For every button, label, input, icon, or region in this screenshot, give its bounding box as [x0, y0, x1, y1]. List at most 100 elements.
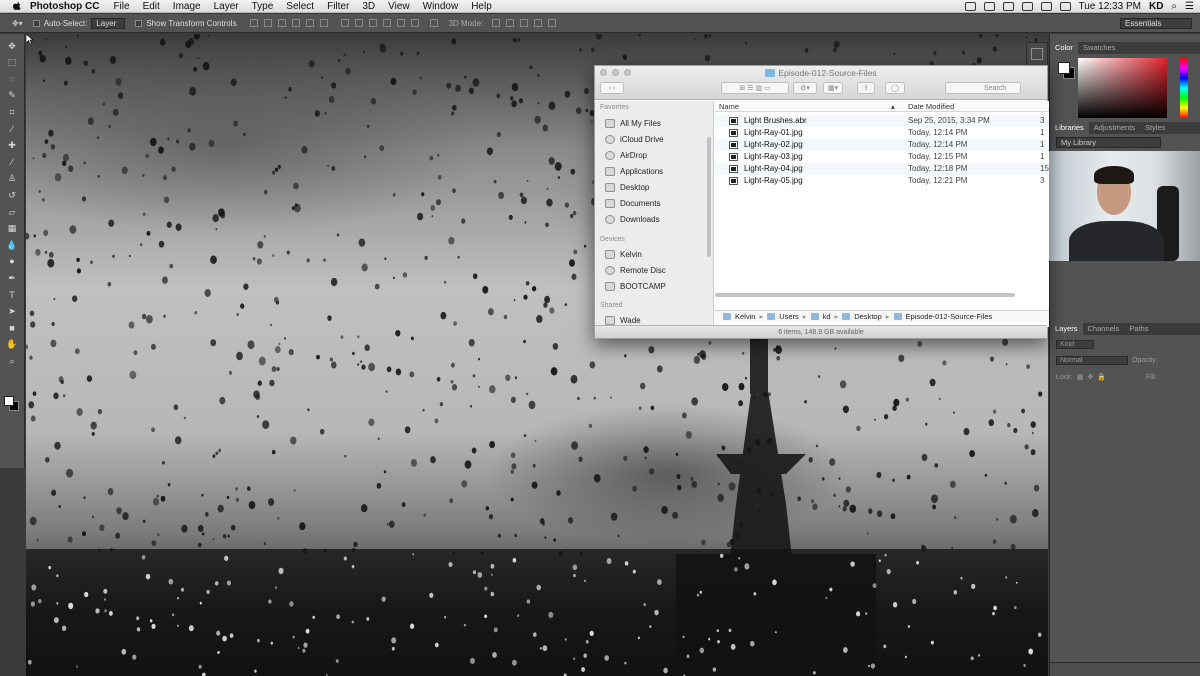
sidebar-item-remote-disc[interactable]: Remote Disc	[605, 264, 666, 277]
panel-foreground-swatch[interactable]	[1058, 62, 1070, 74]
menu-help[interactable]: Help	[471, 1, 492, 12]
move-tool-icon[interactable]: ✥	[6, 41, 19, 51]
column-date-modified[interactable]: Date Modified	[908, 102, 954, 111]
align-hcenter-icon[interactable]	[305, 19, 314, 27]
apple-icon[interactable]	[12, 1, 22, 11]
hue-slider[interactable]	[1180, 58, 1188, 118]
tab-layers[interactable]: Layers	[1050, 323, 1083, 335]
blur-tool-icon[interactable]: 💧	[6, 240, 19, 250]
quick-select-tool-icon[interactable]: ✎	[6, 90, 19, 100]
sidebar-item-kelvin[interactable]: Kelvin	[605, 248, 642, 261]
blend-mode-dropdown[interactable]: Normal	[1056, 355, 1128, 365]
tab-styles[interactable]: Styles	[1140, 122, 1170, 134]
zoom-tool-icon[interactable]: ⌕	[6, 356, 19, 366]
path-item[interactable]: Episode-012-Source-Files	[906, 312, 993, 321]
file-row[interactable]: Light-Ray-05.jpg Today, 12:21 PM 3	[715, 175, 1049, 187]
screen-record-icon[interactable]	[964, 2, 976, 11]
clone-stamp-tool-icon[interactable]: ♙	[6, 173, 19, 183]
menu-file[interactable]: File	[113, 1, 129, 12]
3d-slide-icon[interactable]	[534, 19, 543, 27]
auto-align-icon[interactable]	[429, 19, 438, 27]
shape-tool-icon[interactable]: ■	[6, 323, 19, 333]
search-field[interactable]: Search	[945, 82, 1021, 94]
share-button[interactable]: ⇪	[857, 82, 875, 94]
distribute-left-icon[interactable]	[382, 19, 391, 27]
pen-tool-icon[interactable]: ✒	[6, 273, 19, 283]
type-tool-icon[interactable]: T	[6, 290, 19, 300]
distribute-right-icon[interactable]	[410, 19, 419, 27]
foreground-color-swatch[interactable]	[4, 396, 14, 406]
marquee-tool-icon[interactable]: ⬚	[6, 57, 19, 67]
menu-layer[interactable]: Layer	[214, 1, 239, 12]
app-name-menu[interactable]: Photoshop CC	[30, 1, 99, 12]
menu-image[interactable]: Image	[173, 1, 201, 12]
path-item[interactable]: Kelvin	[735, 312, 755, 321]
lock-pixels-icon[interactable]: ▦	[1077, 373, 1084, 381]
distribute-top-icon[interactable]	[340, 19, 349, 27]
move-tool-preset-icon[interactable]: ✥▾	[12, 19, 23, 28]
menu-type[interactable]: Type	[252, 1, 274, 12]
path-select-tool-icon[interactable]: ➤	[6, 306, 19, 316]
library-dropdown[interactable]: My Library	[1056, 137, 1161, 148]
brush-tool-icon[interactable]: ∕	[6, 157, 19, 167]
finder-titlebar[interactable]: Episode-012-Source-Files ‹ › ⊞ ☰ ▥ ▭ ⚙▾ …	[595, 66, 1047, 100]
notification-center-icon[interactable]: ☰	[1185, 1, 1194, 12]
distribute-hcenter-icon[interactable]	[396, 19, 405, 27]
3d-scale-icon[interactable]	[548, 19, 557, 27]
lasso-tool-icon[interactable]: ◌	[6, 74, 19, 84]
menu-edit[interactable]: Edit	[143, 1, 160, 12]
distribute-vcenter-icon[interactable]	[354, 19, 363, 27]
sidebar-item-airdrop[interactable]: AirDrop	[605, 149, 647, 162]
path-item[interactable]: Users	[779, 312, 799, 321]
workspace-dropdown[interactable]: Essentials	[1120, 18, 1192, 29]
color-field[interactable]	[1078, 58, 1167, 118]
menu-view[interactable]: View	[388, 1, 410, 12]
healing-tool-icon[interactable]: ✚	[6, 140, 19, 150]
path-item[interactable]: kd	[823, 312, 831, 321]
view-mode-buttons[interactable]: ⊞ ☰ ▥ ▭	[721, 82, 789, 94]
lock-all-icon[interactable]: 🔒	[1097, 373, 1106, 381]
file-row[interactable]: Light-Ray-02.jpg Today, 12:14 PM 1	[715, 139, 1049, 151]
action-menu-button[interactable]: ⚙▾	[793, 82, 817, 94]
align-bottom-icon[interactable]	[277, 19, 286, 27]
path-item[interactable]: Desktop	[854, 312, 882, 321]
dodge-tool-icon[interactable]: ●	[6, 256, 19, 266]
menu-clock[interactable]: Tue 12:33 PM	[1079, 1, 1141, 12]
file-row[interactable]: Light-Ray-03.jpg Today, 12:15 PM 1	[715, 151, 1049, 163]
align-left-icon[interactable]	[291, 19, 300, 27]
battery-icon[interactable]	[1059, 2, 1071, 11]
sidebar-scrollbar[interactable]	[707, 137, 711, 257]
eyedropper-tool-icon[interactable]: ⁄	[6, 124, 19, 134]
tab-paths[interactable]: Paths	[1124, 323, 1153, 335]
horizontal-scrollbar[interactable]	[715, 293, 1015, 297]
sidebar-item-downloads[interactable]: Downloads	[605, 213, 660, 226]
3d-drag-icon[interactable]	[520, 19, 529, 27]
tab-libraries[interactable]: Libraries	[1050, 122, 1089, 134]
sidebar-item-all-my-files[interactable]: All My Files	[605, 117, 661, 130]
history-brush-tool-icon[interactable]: ↺	[6, 190, 19, 200]
kind-filter-dropdown[interactable]: Kind	[1056, 339, 1094, 349]
spotlight-icon[interactable]: ⌕	[1171, 1, 1177, 12]
distribute-bottom-icon[interactable]	[368, 19, 377, 27]
menu-select[interactable]: Select	[286, 1, 314, 12]
3d-roll-icon[interactable]	[506, 19, 515, 27]
eraser-tool-icon[interactable]: ▱	[6, 207, 19, 217]
align-right-icon[interactable]	[319, 19, 328, 27]
3d-rotate-icon[interactable]	[492, 19, 501, 27]
column-name[interactable]: Name	[719, 102, 739, 111]
tab-swatches[interactable]: Swatches	[1078, 42, 1121, 54]
arrange-button[interactable]: ▦▾	[823, 82, 843, 94]
file-row[interactable]: Light Brushes.abr Sep 25, 2015, 3:34 PM 3	[715, 115, 1049, 127]
auto-select-dropdown[interactable]: Layer	[91, 17, 126, 29]
menu-3d[interactable]: 3D	[362, 1, 375, 12]
hand-tool-icon[interactable]: ✋	[6, 339, 19, 349]
history-panel-icon[interactable]	[1031, 48, 1043, 60]
auto-select-checkbox[interactable]	[32, 19, 40, 27]
sidebar-item-bootcamp[interactable]: BOOTCAMP	[605, 280, 666, 293]
back-forward-buttons[interactable]: ‹ ›	[600, 82, 624, 94]
crop-tool-icon[interactable]: ⌗	[6, 107, 19, 117]
menu-window[interactable]: Window	[423, 1, 459, 12]
user-menu[interactable]: KD	[1149, 1, 1163, 12]
tab-channels[interactable]: Channels	[1083, 323, 1125, 335]
tab-color[interactable]: Color	[1050, 42, 1078, 54]
